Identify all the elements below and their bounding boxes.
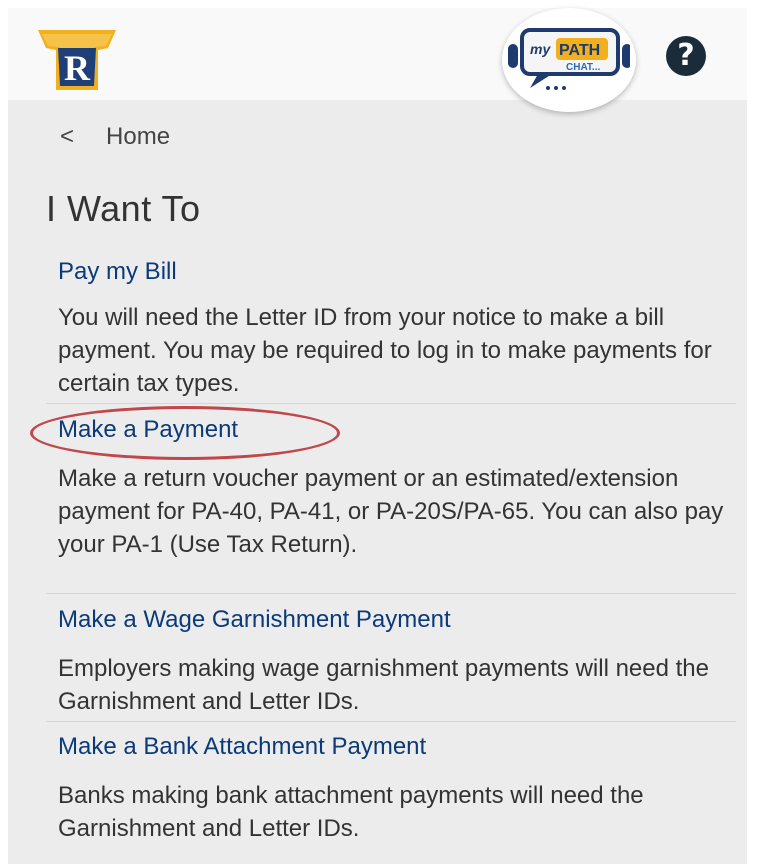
divider [46,403,736,404]
bank-attachment-payment-link[interactable]: Make a Bank Attachment Payment [58,733,426,761]
header-bar: R my PATH CHAT... ? [8,8,747,112]
keystone-r-logo[interactable]: R [36,26,118,94]
chat-logo-icon: my PATH CHAT... [508,28,630,90]
divider [46,721,736,722]
svg-text:CHAT...: CHAT... [566,62,600,73]
svg-text:my: my [530,41,551,57]
app-frame: R my PATH CHAT... ? < Home I Want To Pay… [8,8,747,864]
breadcrumb[interactable]: < Home [60,120,170,154]
chevron-left-icon[interactable]: < [60,123,74,151]
svg-text:PATH: PATH [559,42,600,59]
breadcrumb-home[interactable]: Home [106,123,170,151]
page-title: I Want To [46,188,201,229]
pay-my-bill-link[interactable]: Pay my Bill [58,258,177,286]
mypath-chat-button[interactable]: my PATH CHAT... [502,8,636,112]
wage-garnishment-payment-link[interactable]: Make a Wage Garnishment Payment [58,606,451,634]
divider [46,593,736,594]
highlight-annotation-ellipse [30,406,340,460]
wage-garnishment-description: Employers making wage garnishment paymen… [58,655,709,715]
svg-text:R: R [64,48,91,88]
bank-attachment-description: Banks making bank attachment payments wi… [58,782,644,842]
pay-my-bill-description: You will need the Letter ID from your no… [58,304,712,397]
help-question-icon[interactable]: ? [666,36,706,76]
make-a-payment-description: Make a return voucher payment or an esti… [58,465,724,558]
